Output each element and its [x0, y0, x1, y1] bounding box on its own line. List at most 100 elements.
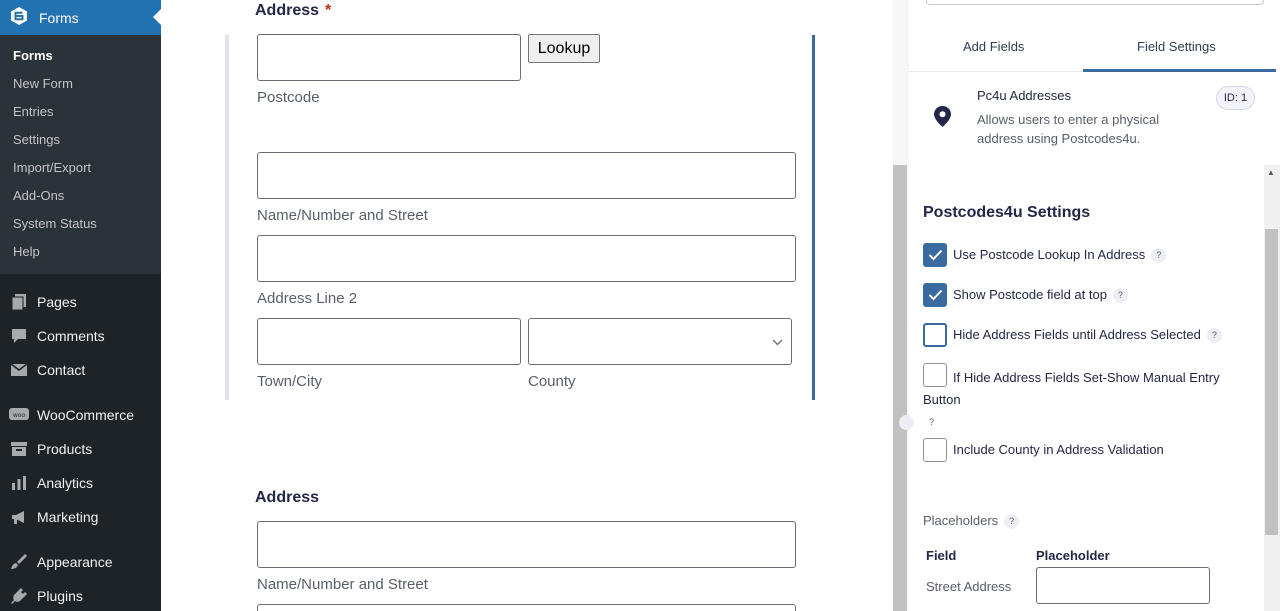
- sidebar-item-label: Comments: [37, 328, 105, 344]
- street-input-2[interactable]: [257, 521, 796, 568]
- lookup-button[interactable]: Lookup: [528, 34, 600, 63]
- megaphone-icon: [9, 507, 29, 527]
- panel-search-input[interactable]: [926, 0, 1264, 5]
- forms-submenu: Forms New Form Entries Settings Import/E…: [0, 35, 161, 274]
- sidebar-item-comments[interactable]: Comments: [0, 319, 161, 353]
- submenu-import-export[interactable]: Import/Export: [0, 154, 161, 182]
- postcode-label: Postcode: [257, 89, 320, 106]
- submenu-system-status[interactable]: System Status: [0, 210, 161, 238]
- sidebar-item-label: Marketing: [37, 509, 99, 525]
- submenu-settings[interactable]: Settings: [0, 126, 161, 154]
- field-type-description: Allows users to enter a physical address…: [977, 112, 1160, 146]
- mail-icon: [9, 360, 29, 380]
- help-icon[interactable]: ?: [1004, 514, 1020, 529]
- placeholders-heading: Placeholders?: [923, 513, 1020, 529]
- woo-icon: woo: [9, 405, 29, 425]
- map-pin-icon: [934, 106, 951, 132]
- placeholder-row-label: Street Address: [926, 579, 1012, 594]
- active-tab-indicator: [1083, 69, 1276, 72]
- help-icon[interactable]: ?: [1206, 328, 1222, 343]
- checkbox-include-county[interactable]: [923, 438, 947, 462]
- section-title: Postcodes4u Settings: [923, 204, 1091, 221]
- county-select[interactable]: [528, 318, 792, 365]
- required-asterisk: *: [325, 2, 332, 19]
- sidebar-item-contact[interactable]: Contact: [0, 353, 161, 387]
- sidebar-item-appearance[interactable]: Appearance: [0, 545, 161, 579]
- sidebar-item-label: Pages: [37, 294, 77, 310]
- option-label: Show Postcode field at top?: [953, 287, 1128, 303]
- town-city-input[interactable]: [257, 318, 521, 365]
- field-selected-indicator: [812, 35, 815, 400]
- scroll-up-arrow-icon[interactable]: ▲: [1267, 168, 1275, 177]
- street-input[interactable]: [257, 152, 796, 199]
- chevron-down-icon: [772, 335, 783, 349]
- option-label-text: Show Postcode field at top: [953, 287, 1107, 302]
- sidebar-item-marketing[interactable]: Marketing: [0, 500, 161, 534]
- checkbox-hide-address-fields[interactable]: [923, 323, 947, 347]
- submenu-forms[interactable]: Forms: [0, 42, 161, 70]
- sidebar-item-label: Products: [37, 441, 93, 457]
- panel-scrollbar-thumb[interactable]: [1265, 229, 1278, 535]
- submenu-new-form[interactable]: New Form: [0, 70, 161, 98]
- tab-add-fields[interactable]: Add Fields: [963, 39, 1024, 54]
- sidebar-item-pages[interactable]: Pages: [0, 285, 161, 319]
- checkbox-show-postcode-top[interactable]: [923, 283, 947, 307]
- plugin-icon: [9, 586, 29, 606]
- field-id-badge: ID: 1: [1216, 86, 1255, 110]
- form-editor-canvas: Address * Lookup Postcode Name/Number and…: [161, 0, 893, 611]
- help-icon[interactable]: ?: [899, 415, 934, 430]
- option-label: Include County in Address Validation: [953, 442, 1164, 457]
- svg-text:woo: woo: [13, 412, 26, 419]
- submenu-help[interactable]: Help: [0, 238, 161, 266]
- column-header-field: Field: [926, 548, 957, 563]
- sidebar-item-label: WooCommerce: [37, 407, 134, 423]
- placeholders-title: Placeholders: [923, 513, 999, 528]
- submenu-entries[interactable]: Entries: [0, 98, 161, 126]
- sidebar-item-label: Plugins: [37, 588, 83, 604]
- field-settings-panel: Add Fields Field Settings Pc4u Addresses…: [899, 0, 1280, 611]
- town-city-label: Town/City: [257, 373, 323, 390]
- street-label-2: Name/Number and Street: [257, 576, 428, 593]
- street-label: Name/Number and Street: [257, 207, 428, 224]
- option-label: If Hide Address Fields Set-Show Manual E…: [899, 367, 1253, 433]
- tab-field-settings[interactable]: Field Settings: [1137, 39, 1216, 54]
- county-label: County: [528, 373, 576, 390]
- option-label: Hide Address Fields until Address Select…: [953, 327, 1222, 343]
- sidebar-item-label: Analytics: [37, 475, 94, 491]
- admin-sidebar: Forms Forms New Form Entries Settings Im…: [0, 0, 161, 611]
- canvas-scrollbar-thumb[interactable]: [893, 165, 907, 611]
- panel-tabs: Add Fields Field Settings: [909, 30, 1276, 72]
- checkbox-use-postcode-lookup[interactable]: [923, 243, 947, 267]
- field-type-title: Pc4u Addresses: [977, 88, 1071, 103]
- option-label-text: Hide Address Fields until Address Select…: [953, 327, 1201, 342]
- postcode-input[interactable]: [257, 34, 521, 81]
- submenu-add-ons[interactable]: Add-Ons: [0, 182, 161, 210]
- sidebar-item-analytics[interactable]: Analytics: [0, 466, 161, 500]
- field-label-address-2: Address: [255, 489, 320, 506]
- brush-icon: [9, 552, 29, 572]
- field-label-text: Address: [255, 2, 320, 19]
- sidebar-item-plugins[interactable]: Plugins: [0, 579, 161, 611]
- pages-icon: [9, 292, 29, 312]
- archive-icon: [9, 439, 29, 459]
- sidebar-item-label: Contact: [37, 362, 86, 378]
- comments-icon: [9, 326, 29, 346]
- help-icon[interactable]: ?: [1151, 248, 1167, 263]
- option-label: Use Postcode Lookup In Address?: [953, 247, 1167, 263]
- field-label-address: Address *: [255, 2, 331, 20]
- bar-chart-icon: [9, 473, 29, 493]
- option-label-text: Use Postcode Lookup In Address: [953, 247, 1146, 262]
- field-left-border: [225, 35, 229, 400]
- placeholder-street-input[interactable]: [1036, 567, 1210, 604]
- sidebar-item-forms[interactable]: Forms: [0, 0, 161, 35]
- help-icon[interactable]: ?: [1112, 288, 1128, 303]
- option-label-text: Include County in Address Validation: [953, 442, 1164, 457]
- address-line2-label: Address Line 2: [257, 290, 358, 307]
- gravity-forms-icon: [9, 6, 29, 29]
- address-line2-input[interactable]: [257, 235, 796, 282]
- sidebar-item-woocommerce[interactable]: woo WooCommerce: [0, 398, 161, 432]
- sidebar-item-label: Forms: [39, 9, 79, 26]
- option-label-text: If Hide Address Fields Set-Show Manual E…: [923, 370, 1220, 407]
- sidebar-item-products[interactable]: Products: [0, 432, 161, 466]
- address-line2-input-2[interactable]: [257, 604, 796, 611]
